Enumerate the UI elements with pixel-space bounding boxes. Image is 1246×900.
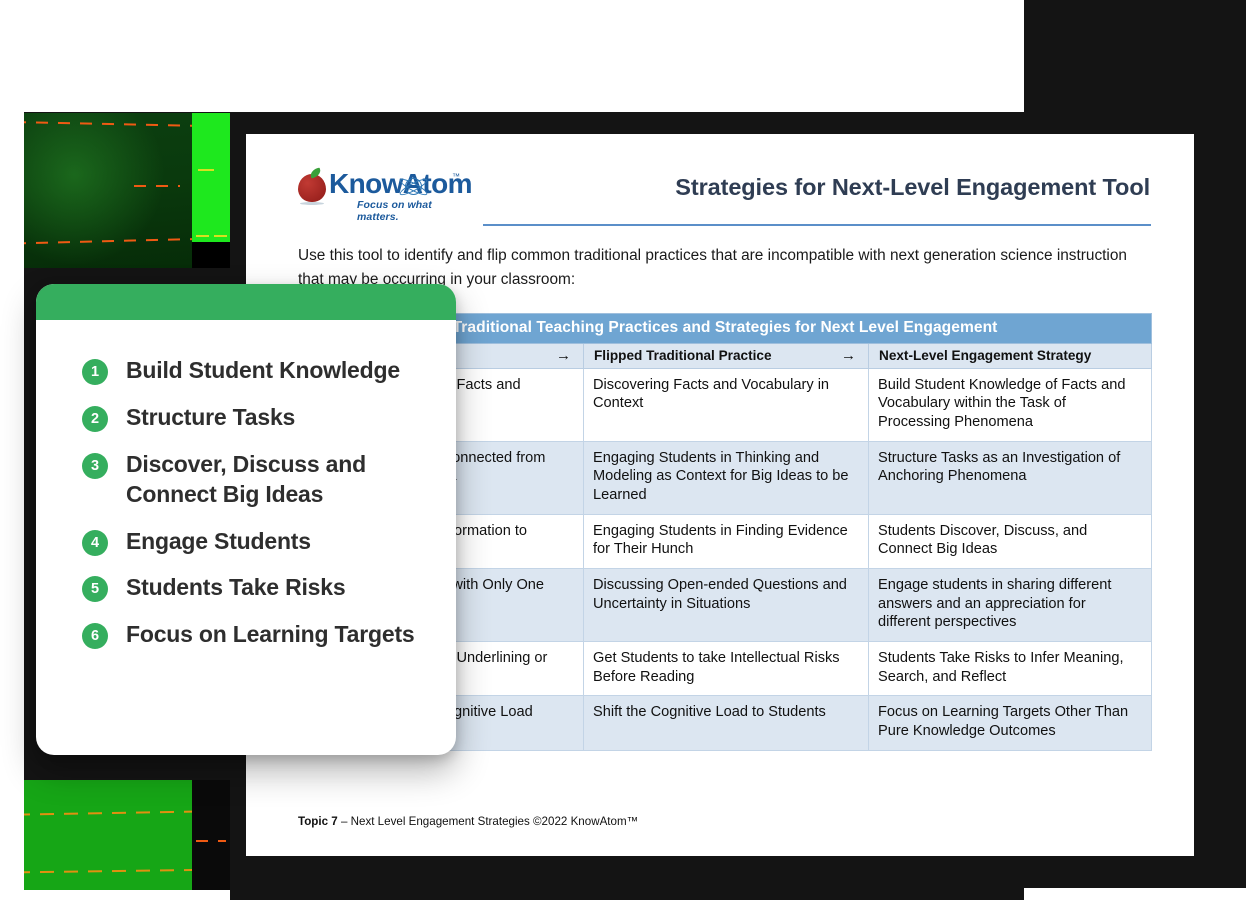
background-strip-bottom-right [1024, 888, 1246, 900]
cell-strategy: Students Take Risks to Infer Meaning, Se… [867, 641, 1153, 697]
list-item-label: Discover, Discuss and Connect Big Ideas [126, 450, 366, 507]
list-item[interactable]: 2 Structure Tasks [82, 403, 426, 433]
media-thumbnail-top-shadow [192, 242, 230, 268]
step-number-badge: 2 [82, 405, 108, 432]
cell-flipped: Discussing Open-ended Questions and Unce… [583, 568, 869, 643]
cell-strategy: Engage students in sharing different ans… [867, 568, 1153, 643]
column-header-strategy: Next-Level Engagement Strategy [867, 342, 1153, 369]
column-header-label: Next-Level Engagement Strategy [879, 347, 1092, 363]
step-number-badge: 5 [82, 576, 108, 603]
list-item[interactable]: 1 Build Student Knowledge [82, 356, 426, 386]
apple-icon [298, 174, 326, 202]
step-number-badge: 4 [82, 529, 108, 556]
column-header-flipped: → Flipped Traditional Practice [583, 342, 869, 369]
list-item[interactable]: 5 Students Take Risks [82, 573, 426, 603]
cell-strategy: Focus on Learning Targets Other Than Pur… [867, 695, 1153, 751]
list-item[interactable]: 3 Discover, Discuss and Connect Big Idea… [82, 450, 426, 510]
step-number-badge: 1 [82, 359, 108, 385]
logo-trademark: ™ [452, 172, 460, 181]
cell-flipped: Engaging Students in Finding Evidence fo… [583, 513, 869, 570]
arrow-right-icon: → [841, 346, 856, 364]
list-item-label: Structure Tasks [126, 403, 296, 430]
background-panel-left [0, 112, 24, 900]
cell-flipped: Get Students to take Intellectual Risks … [583, 641, 869, 697]
list-item-label: Build Student Knowledge [126, 357, 400, 383]
media-thumbnail-bottom[interactable] [24, 780, 192, 890]
overlay-title-bar [36, 284, 456, 320]
footer-rest: – Next Level Engagement Strategies ©2022… [337, 815, 639, 828]
step-number-badge: 6 [82, 623, 108, 650]
strategies-overlay-card[interactable]: 1 Build Student Knowledge 2 Structure Ta… [36, 284, 456, 755]
screenshot-root: KnowAtom ™ Focus on what matters. Strate… [0, 0, 1246, 900]
cell-strategy: Build Student Knowledge of Facts and Voc… [867, 367, 1153, 442]
list-item-label: Engage Students [126, 527, 311, 554]
document-header: KnowAtom ™ Focus on what matters. Strate… [298, 160, 1151, 226]
list-item-label: Focus on Learning Targets [126, 621, 415, 648]
cell-flipped: Discovering Facts and Vocabulary in Cont… [583, 367, 869, 442]
cell-flipped: Shift the Cognitive Load to Students [583, 695, 869, 751]
cell-strategy: Structure Tasks as an Investigation of A… [867, 440, 1153, 515]
background-panel-top [0, 0, 1024, 112]
footer-note: Topic 7 – Next Level Engagement Strategi… [298, 815, 638, 828]
cell-strategy: Students Discover, Discuss, and Connect … [867, 513, 1153, 570]
page-title: Strategies for Next-Level Engagement Too… [675, 174, 1150, 200]
title-divider [483, 224, 1151, 226]
list-item[interactable]: 6 Focus on Learning Targets [82, 620, 426, 650]
footer-topic: Topic 7 [298, 815, 338, 828]
column-header-label: Flipped Traditional Practice [594, 347, 772, 363]
list-item-label: Students Take Risks [126, 574, 346, 601]
knowatom-logo: KnowAtom ™ Focus on what matters. [298, 166, 473, 223]
media-thumbnail-top[interactable] [24, 113, 192, 268]
atom-ring-icon [405, 178, 422, 195]
arrow-right-icon: → [556, 346, 571, 364]
overlay-strategy-list: 1 Build Student Knowledge 2 Structure Ta… [36, 320, 456, 650]
list-item[interactable]: 4 Engage Students [82, 527, 426, 557]
media-thumbnail-bottom-shadow [192, 780, 230, 890]
logo-tagline: Focus on what matters. [357, 199, 432, 223]
cell-flipped: Engaging Students in Thinking and Modeli… [583, 440, 869, 515]
media-thumbnail-top-highlight [192, 113, 230, 242]
apple-shadow [300, 202, 324, 205]
step-number-badge: 3 [82, 452, 108, 479]
